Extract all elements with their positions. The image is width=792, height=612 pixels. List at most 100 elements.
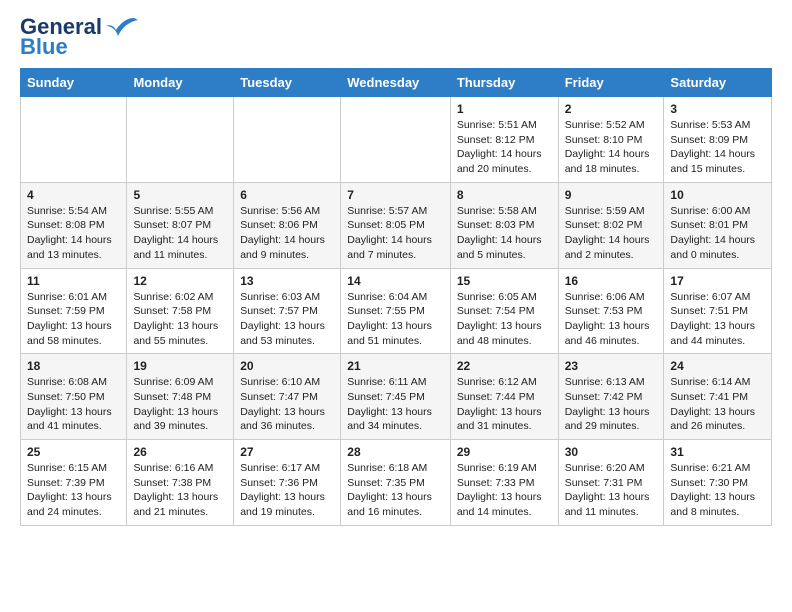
- weekday-header-friday: Friday: [558, 69, 664, 97]
- day-number: 20: [240, 359, 334, 373]
- day-content: Sunrise: 6:06 AM Sunset: 7:53 PM Dayligh…: [565, 290, 658, 349]
- day-number: 29: [457, 445, 552, 459]
- day-content: Sunrise: 6:11 AM Sunset: 7:45 PM Dayligh…: [347, 375, 444, 434]
- day-number: 31: [670, 445, 765, 459]
- weekday-header-sunday: Sunday: [21, 69, 127, 97]
- day-content: Sunrise: 5:56 AM Sunset: 8:06 PM Dayligh…: [240, 204, 334, 263]
- calendar-cell: 6Sunrise: 5:56 AM Sunset: 8:06 PM Daylig…: [234, 182, 341, 268]
- day-number: 8: [457, 188, 552, 202]
- day-content: Sunrise: 6:15 AM Sunset: 7:39 PM Dayligh…: [27, 461, 120, 520]
- calendar-cell: 3Sunrise: 5:53 AM Sunset: 8:09 PM Daylig…: [664, 97, 772, 183]
- calendar-cell: 16Sunrise: 6:06 AM Sunset: 7:53 PM Dayli…: [558, 268, 664, 354]
- calendar-cell: 14 Sunrise: 6:04 AM Sunset: 7:55 PM Dayli…: [341, 268, 451, 354]
- calendar-cell: 24 Sunrise: 6:14 AM Sunset: 7:41 PM Dayli…: [664, 354, 772, 440]
- calendar-cell: 23 Sunrise: 6:13 AM Sunset: 7:42 PM Dayli…: [558, 354, 664, 440]
- day-content: Sunrise: 6:10 AM Sunset: 7:47 PM Dayligh…: [240, 375, 334, 434]
- day-number: 24: [670, 359, 765, 373]
- page-header: General Blue: [20, 16, 772, 60]
- day-number: 23: [565, 359, 658, 373]
- day-content: Sunrise: 6:20 AM Sunset: 7:31 PM Dayligh…: [565, 461, 658, 520]
- day-number: 14: [347, 274, 444, 288]
- calendar-week-row: 11 Sunrise: 6:01 AM Sunset: 7:59 PM Dayli…: [21, 268, 772, 354]
- day-content: Sunrise: 5:59 AM Sunset: 8:02 PM Dayligh…: [565, 204, 658, 263]
- day-number: 19: [133, 359, 227, 373]
- day-number: 15: [457, 274, 552, 288]
- calendar-week-row: 18 Sunrise: 6:08 AM Sunset: 7:50 PM Dayli…: [21, 354, 772, 440]
- day-content: Sunrise: 5:53 AM Sunset: 8:09 PM Dayligh…: [670, 118, 765, 177]
- calendar-cell: 28 Sunrise: 6:18 AM Sunset: 7:35 PM Dayli…: [341, 440, 451, 526]
- calendar-cell: 12 Sunrise: 6:02 AM Sunset: 7:58 PM Dayli…: [127, 268, 234, 354]
- calendar-cell: [127, 97, 234, 183]
- day-content: Sunrise: 5:57 AM Sunset: 8:05 PM Dayligh…: [347, 204, 444, 263]
- day-content: Sunrise: 6:08 AM Sunset: 7:50 PM Dayligh…: [27, 375, 120, 434]
- day-content: Sunrise: 6:13 AM Sunset: 7:42 PM Dayligh…: [565, 375, 658, 434]
- day-content: Sunrise: 6:05 AM Sunset: 7:54 PM Dayligh…: [457, 290, 552, 349]
- calendar-cell: 25Sunrise: 6:15 AM Sunset: 7:39 PM Dayli…: [21, 440, 127, 526]
- logo: General Blue: [20, 16, 138, 60]
- calendar-cell: 30 Sunrise: 6:20 AM Sunset: 7:31 PM Dayli…: [558, 440, 664, 526]
- calendar-cell: [21, 97, 127, 183]
- calendar-cell: 9 Sunrise: 5:59 AM Sunset: 8:02 PM Daylig…: [558, 182, 664, 268]
- day-content: Sunrise: 5:55 AM Sunset: 8:07 PM Dayligh…: [133, 204, 227, 263]
- day-number: 17: [670, 274, 765, 288]
- day-content: Sunrise: 6:01 AM Sunset: 7:59 PM Dayligh…: [27, 290, 120, 349]
- day-number: 22: [457, 359, 552, 373]
- day-number: 28: [347, 445, 444, 459]
- calendar-cell: 18 Sunrise: 6:08 AM Sunset: 7:50 PM Dayli…: [21, 354, 127, 440]
- day-number: 11: [27, 274, 120, 288]
- day-number: 9: [565, 188, 658, 202]
- calendar-cell: 17 Sunrise: 6:07 AM Sunset: 7:51 PM Dayli…: [664, 268, 772, 354]
- day-number: 2: [565, 102, 658, 116]
- day-number: 7: [347, 188, 444, 202]
- calendar-cell: [234, 97, 341, 183]
- calendar-cell: 15 Sunrise: 6:05 AM Sunset: 7:54 PM Dayli…: [450, 268, 558, 354]
- day-content: Sunrise: 6:14 AM Sunset: 7:41 PM Dayligh…: [670, 375, 765, 434]
- weekday-header-monday: Monday: [127, 69, 234, 97]
- calendar-cell: 26Sunrise: 6:16 AM Sunset: 7:38 PM Dayli…: [127, 440, 234, 526]
- calendar-cell: 21 Sunrise: 6:11 AM Sunset: 7:45 PM Dayli…: [341, 354, 451, 440]
- day-content: Sunrise: 6:21 AM Sunset: 7:30 PM Dayligh…: [670, 461, 765, 520]
- day-number: 30: [565, 445, 658, 459]
- calendar-cell: 2 Sunrise: 5:52 AM Sunset: 8:10 PM Daylig…: [558, 97, 664, 183]
- day-number: 26: [133, 445, 227, 459]
- day-content: Sunrise: 6:04 AM Sunset: 7:55 PM Dayligh…: [347, 290, 444, 349]
- day-content: Sunrise: 6:12 AM Sunset: 7:44 PM Dayligh…: [457, 375, 552, 434]
- weekday-header-tuesday: Tuesday: [234, 69, 341, 97]
- calendar-cell: 19 Sunrise: 6:09 AM Sunset: 7:48 PM Dayli…: [127, 354, 234, 440]
- day-content: Sunrise: 5:58 AM Sunset: 8:03 PM Dayligh…: [457, 204, 552, 263]
- day-number: 21: [347, 359, 444, 373]
- day-content: Sunrise: 6:00 AM Sunset: 8:01 PM Dayligh…: [670, 204, 765, 263]
- day-content: Sunrise: 5:52 AM Sunset: 8:10 PM Dayligh…: [565, 118, 658, 177]
- day-number: 18: [27, 359, 120, 373]
- calendar-cell: 5 Sunrise: 5:55 AM Sunset: 8:07 PM Daylig…: [127, 182, 234, 268]
- calendar-week-row: 4 Sunrise: 5:54 AM Sunset: 8:08 PM Daylig…: [21, 182, 772, 268]
- day-number: 1: [457, 102, 552, 116]
- day-content: Sunrise: 6:02 AM Sunset: 7:58 PM Dayligh…: [133, 290, 227, 349]
- day-content: Sunrise: 5:51 AM Sunset: 8:12 PM Dayligh…: [457, 118, 552, 177]
- day-content: Sunrise: 6:17 AM Sunset: 7:36 PM Dayligh…: [240, 461, 334, 520]
- day-content: Sunrise: 6:18 AM Sunset: 7:35 PM Dayligh…: [347, 461, 444, 520]
- day-content: Sunrise: 6:19 AM Sunset: 7:33 PM Dayligh…: [457, 461, 552, 520]
- day-number: 4: [27, 188, 120, 202]
- calendar-cell: 27 Sunrise: 6:17 AM Sunset: 7:36 PM Dayli…: [234, 440, 341, 526]
- calendar-table: SundayMondayTuesdayWednesdayThursdayFrid…: [20, 68, 772, 526]
- day-number: 5: [133, 188, 227, 202]
- calendar-cell: 10 Sunrise: 6:00 AM Sunset: 8:01 PM Dayli…: [664, 182, 772, 268]
- day-content: Sunrise: 6:09 AM Sunset: 7:48 PM Dayligh…: [133, 375, 227, 434]
- day-content: Sunrise: 6:07 AM Sunset: 7:51 PM Dayligh…: [670, 290, 765, 349]
- calendar-cell: 13Sunrise: 6:03 AM Sunset: 7:57 PM Dayli…: [234, 268, 341, 354]
- calendar-cell: 22 Sunrise: 6:12 AM Sunset: 7:44 PM Dayli…: [450, 354, 558, 440]
- calendar-cell: 1 Sunrise: 5:51 AM Sunset: 8:12 PM Daylig…: [450, 97, 558, 183]
- day-content: Sunrise: 6:03 AM Sunset: 7:57 PM Dayligh…: [240, 290, 334, 349]
- weekday-header-saturday: Saturday: [664, 69, 772, 97]
- day-content: Sunrise: 5:54 AM Sunset: 8:08 PM Dayligh…: [27, 204, 120, 263]
- calendar-cell: 7 Sunrise: 5:57 AM Sunset: 8:05 PM Daylig…: [341, 182, 451, 268]
- day-number: 12: [133, 274, 227, 288]
- calendar-cell: [341, 97, 451, 183]
- day-number: 10: [670, 188, 765, 202]
- day-number: 27: [240, 445, 334, 459]
- weekday-header-wednesday: Wednesday: [341, 69, 451, 97]
- calendar-cell: 11 Sunrise: 6:01 AM Sunset: 7:59 PM Dayli…: [21, 268, 127, 354]
- calendar-cell: 8 Sunrise: 5:58 AM Sunset: 8:03 PM Daylig…: [450, 182, 558, 268]
- calendar-header-row: SundayMondayTuesdayWednesdayThursdayFrid…: [21, 69, 772, 97]
